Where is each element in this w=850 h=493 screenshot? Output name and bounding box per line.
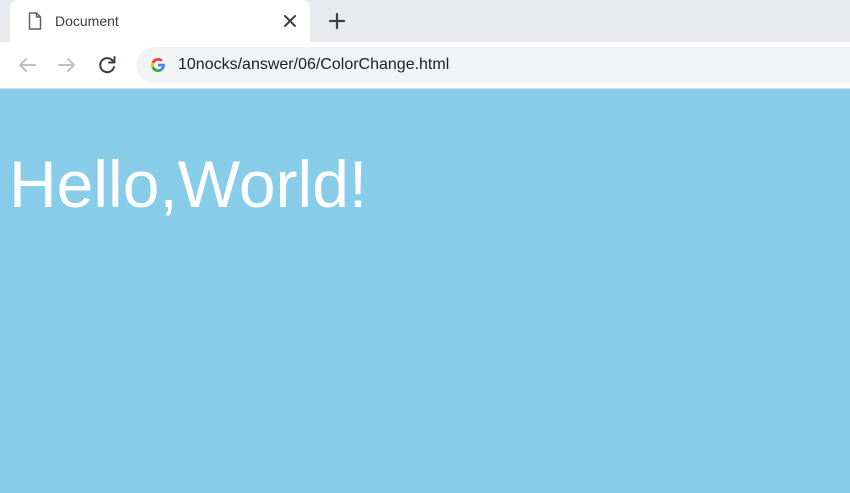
url-text: 10nocks/answer/06/ColorChange.html xyxy=(178,56,450,73)
forward-arrow-icon[interactable] xyxy=(55,53,79,77)
tab-document[interactable]: Document xyxy=(10,0,310,42)
address-bar[interactable]: 10nocks/answer/06/ColorChange.html xyxy=(136,47,850,83)
close-icon[interactable] xyxy=(281,12,299,30)
toolbar: 10nocks/answer/06/ColorChange.html xyxy=(0,42,850,89)
reload-icon[interactable] xyxy=(95,53,119,77)
tab-title: Document xyxy=(55,13,119,29)
tab-strip: Document xyxy=(0,0,850,42)
google-g-icon xyxy=(151,58,165,72)
page-viewport: Hello,World! xyxy=(0,89,850,493)
back-arrow-icon[interactable] xyxy=(15,53,39,77)
document-icon xyxy=(28,12,42,30)
browser-window: Document 10nocks/answer/06/ColorChange.h… xyxy=(0,0,850,493)
hello-heading: Hello,World! xyxy=(9,147,368,221)
new-tab-plus-icon[interactable] xyxy=(327,11,347,31)
